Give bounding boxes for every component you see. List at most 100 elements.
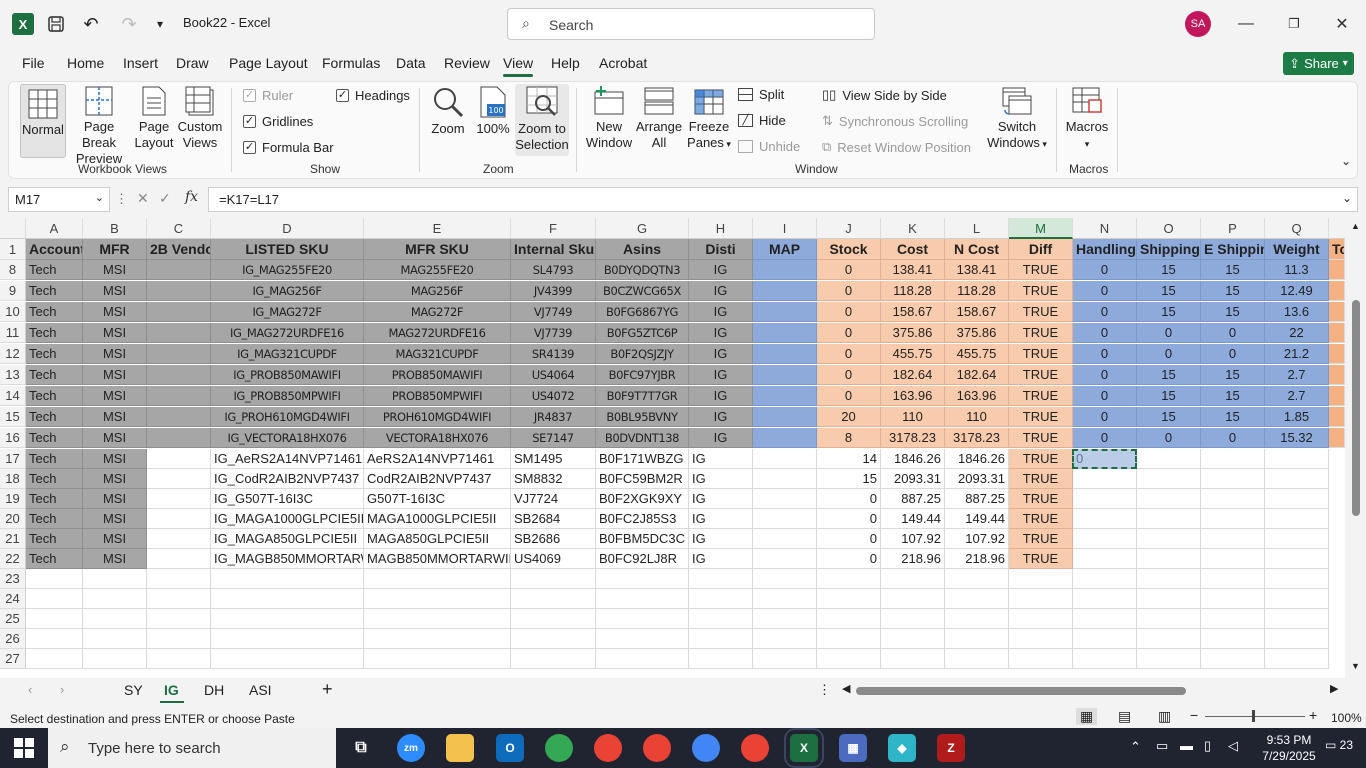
cell-a26[interactable] — [26, 629, 83, 649]
cell-i27[interactable] — [753, 649, 817, 669]
cell-k22[interactable]: 218.96 — [881, 549, 945, 569]
cell-e18[interactable]: CodR2AIB2NVP7437 — [364, 469, 511, 489]
cell-r15[interactable] — [1329, 407, 1345, 427]
cell-b18[interactable]: MSI — [83, 469, 147, 489]
cell-q16[interactable]: 15.32 — [1265, 428, 1329, 448]
cell-j10[interactable]: 0 — [817, 302, 881, 322]
cell-f23[interactable] — [511, 569, 596, 589]
new-window-button[interactable]: New Window — [583, 86, 635, 151]
cell-d15[interactable]: IG_PROH610MGD4WIFI — [211, 407, 364, 427]
tab-acrobat[interactable]: Acrobat — [599, 55, 647, 71]
cell-m27[interactable] — [1009, 649, 1073, 669]
cell-e9[interactable]: MAG256F — [364, 281, 511, 301]
taskbar-search[interactable]: ⌕ Type here to search — [48, 728, 336, 768]
cell-p24[interactable] — [1201, 589, 1265, 609]
cell-l22[interactable]: 218.96 — [945, 549, 1009, 569]
cell-p21[interactable] — [1201, 529, 1265, 549]
cell-m22[interactable]: TRUE — [1009, 549, 1073, 569]
cell-e27[interactable] — [364, 649, 511, 669]
row-header[interactable]: 15 — [0, 407, 26, 427]
cell-j13[interactable]: 0 — [817, 365, 881, 385]
windows-start-icon[interactable] — [14, 738, 34, 758]
header-cell[interactable]: Diff — [1009, 239, 1073, 260]
cell-b21[interactable]: MSI — [83, 529, 147, 549]
cell-q27[interactable] — [1265, 649, 1329, 669]
cell-n13[interactable]: 0 — [1073, 365, 1137, 385]
cell-j15[interactable]: 20 — [817, 407, 881, 427]
cell-m26[interactable] — [1009, 629, 1073, 649]
cell-e26[interactable] — [364, 629, 511, 649]
cell-o8[interactable]: 15 — [1137, 260, 1201, 280]
cell-d16[interactable]: IG_VECTORA18HX076 — [211, 428, 364, 448]
row-header[interactable]: 21 — [0, 529, 26, 549]
cell-i25[interactable] — [753, 609, 817, 629]
cell-h20[interactable]: IG — [689, 509, 753, 529]
cell-i15[interactable] — [753, 407, 817, 427]
battery-icon[interactable]: ▬ — [1180, 738, 1193, 753]
cell-i19[interactable] — [753, 489, 817, 509]
cell-j11[interactable]: 0 — [817, 323, 881, 343]
more-options-icon[interactable]: ⋮ — [818, 682, 831, 698]
hide-button[interactable]: ╱ Hide — [738, 113, 786, 128]
cell-r14[interactable] — [1329, 386, 1345, 406]
cell-h13[interactable]: IG — [689, 365, 753, 385]
page-layout-view-button[interactable]: Page Layout — [133, 86, 175, 151]
cell-l15[interactable]: 110 — [945, 407, 1009, 427]
cell-o27[interactable] — [1137, 649, 1201, 669]
cell-l18[interactable]: 2093.31 — [945, 469, 1009, 489]
cell-f25[interactable] — [511, 609, 596, 629]
cell-b16[interactable]: MSI — [83, 428, 147, 448]
header-cell[interactable]: Account — [26, 239, 83, 260]
cell-k27[interactable] — [881, 649, 945, 669]
column-header-o[interactable]: O — [1137, 218, 1201, 239]
vertical-scrollbar[interactable]: ▲ ▼ — [1345, 218, 1366, 678]
cell-q21[interactable] — [1265, 529, 1329, 549]
cell-p15[interactable]: 15 — [1201, 407, 1265, 427]
row-header[interactable]: 8 — [0, 260, 26, 280]
cell-h11[interactable]: IG — [689, 323, 753, 343]
cell-g25[interactable] — [596, 609, 689, 629]
cell-b26[interactable] — [83, 629, 147, 649]
row-header[interactable]: 10 — [0, 302, 26, 322]
split-button[interactable]: Split — [738, 87, 784, 102]
cell-b12[interactable]: MSI — [83, 344, 147, 364]
cell-k24[interactable] — [881, 589, 945, 609]
cell-o15[interactable]: 15 — [1137, 407, 1201, 427]
cell-h23[interactable] — [689, 569, 753, 589]
row-header[interactable]: 9 — [0, 281, 26, 301]
cell-c11[interactable] — [147, 323, 211, 343]
scroll-left-icon[interactable]: ◀ — [842, 682, 850, 695]
customize-quick-access-icon[interactable]: ▾ — [152, 12, 168, 36]
cell-a9[interactable]: Tech — [26, 281, 83, 301]
cell-e14[interactable]: PROB850MPWIFI — [364, 386, 511, 406]
cell-d24[interactable] — [211, 589, 364, 609]
app-icon[interactable]: ◆ — [888, 734, 916, 762]
cell-e25[interactable] — [364, 609, 511, 629]
tab-formulas[interactable]: Formulas — [322, 55, 380, 71]
tab-page-layout[interactable]: Page Layout — [229, 55, 308, 71]
row-header[interactable]: 11 — [0, 323, 26, 343]
cell-c21[interactable] — [147, 529, 211, 549]
cell-l20[interactable]: 149.44 — [945, 509, 1009, 529]
cell-r11[interactable] — [1329, 323, 1345, 343]
tab-insert[interactable]: Insert — [123, 55, 158, 71]
cell-l12[interactable]: 455.75 — [945, 344, 1009, 364]
cell-g10[interactable]: B0FG6867YG — [596, 302, 689, 322]
cell-k9[interactable]: 118.28 — [881, 281, 945, 301]
zoom-slider[interactable] — [1205, 716, 1305, 717]
cell-m20[interactable]: TRUE — [1009, 509, 1073, 529]
column-header-h[interactable]: H — [689, 218, 753, 239]
cell-r16[interactable] — [1329, 428, 1345, 448]
cell-l21[interactable]: 107.92 — [945, 529, 1009, 549]
cell-j20[interactable]: 0 — [817, 509, 881, 529]
cell-i22[interactable] — [753, 549, 817, 569]
cell-n23[interactable] — [1073, 569, 1137, 589]
zoom-in-icon[interactable]: + — [1309, 707, 1317, 723]
cell-r8[interactable] — [1329, 260, 1345, 280]
cell-b17[interactable]: MSI — [83, 449, 147, 469]
header-cell[interactable]: Internal Sku — [511, 239, 596, 260]
cell-f15[interactable]: JR4837 — [511, 407, 596, 427]
cell-g12[interactable]: B0F2QSJZJY — [596, 344, 689, 364]
cell-k18[interactable]: 2093.31 — [881, 469, 945, 489]
header-cell[interactable]: 2B Vendor — [147, 239, 211, 260]
